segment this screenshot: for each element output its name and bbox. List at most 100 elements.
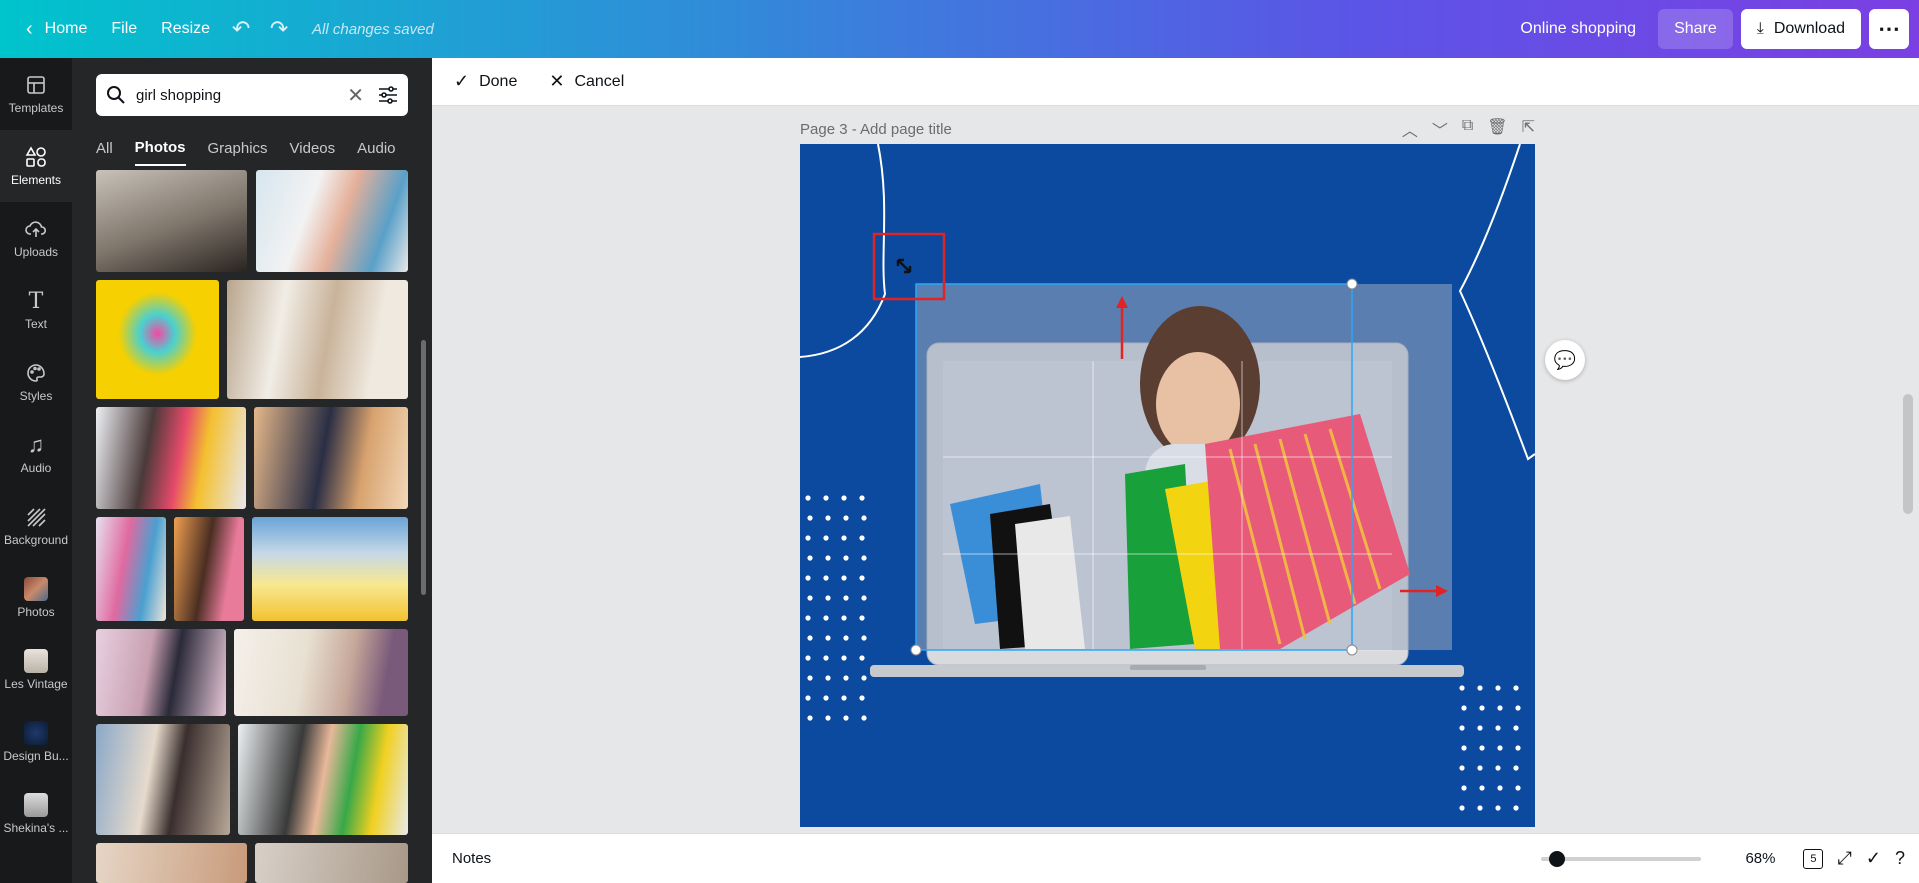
decor-dot [1513, 685, 1519, 691]
decor-dot [805, 615, 811, 621]
resize-button[interactable]: Resize [149, 9, 222, 49]
zoom-slider-knob[interactable] [1549, 850, 1566, 867]
nav-audio[interactable]: ♫ Audio [0, 418, 72, 490]
tab-videos[interactable]: Videos [290, 130, 336, 166]
clear-search-icon[interactable]: ✕ [347, 83, 364, 108]
decor-dot [843, 635, 849, 641]
decor-dot [1477, 685, 1483, 691]
dot-pattern-right [1459, 685, 1521, 811]
nav-text[interactable]: T Text [0, 274, 72, 346]
decor-dot [807, 515, 813, 521]
nav-label: Uploads [13, 245, 59, 259]
zoom-level[interactable]: 68% [1745, 850, 1775, 867]
nav-elements[interactable]: Elements [0, 130, 72, 202]
canvas-artwork [800, 144, 1535, 811]
editor-scrollbar[interactable] [1903, 394, 1913, 514]
photo-result[interactable] [96, 407, 246, 509]
resize-handle-bottom-right [1346, 644, 1358, 656]
photo-result[interactable] [238, 724, 408, 835]
more-options-icon[interactable]: ⋯ [1869, 9, 1909, 49]
nav-styles[interactable]: Styles [0, 346, 72, 418]
download-button[interactable]: ⤓ Download [1740, 9, 1861, 49]
decor-dot [841, 535, 847, 541]
photo-result[interactable] [256, 170, 408, 272]
check-circle-icon[interactable]: ✓ [1866, 848, 1881, 869]
share-button[interactable]: Share [1658, 9, 1733, 49]
resize-handle-bottom-left [910, 644, 922, 656]
fullscreen-icon[interactable]: ⤢ [1837, 848, 1851, 869]
decor-dot [1459, 805, 1465, 811]
decor-dot [841, 575, 847, 581]
photo-result[interactable] [96, 629, 226, 716]
page-count-button[interactable]: 5 [1803, 848, 1824, 869]
right-curve-decoration [1458, 144, 1535, 461]
photo-result[interactable] [96, 843, 247, 883]
photo-result[interactable] [96, 280, 219, 399]
decor-dot [1461, 785, 1467, 791]
decor-dot [861, 555, 867, 561]
tab-all[interactable]: All [96, 130, 113, 166]
undo-icon[interactable]: ↶ [222, 9, 260, 49]
nav-uploads[interactable]: Uploads [0, 202, 72, 274]
tab-photos[interactable]: Photos [134, 130, 186, 166]
panel-scrollbar[interactable] [421, 340, 426, 595]
tab-graphics[interactable]: Graphics [208, 130, 268, 166]
duplicate-page-icon[interactable]: ⧉ [1462, 117, 1473, 141]
chevron-up-icon[interactable]: ︿ [1402, 117, 1418, 141]
nav-shekinas[interactable]: Shekina's ... [0, 778, 72, 850]
asset-tabs: All Photos Graphics Videos Audio [96, 130, 408, 166]
notes-button[interactable]: Notes [452, 850, 491, 867]
search-field[interactable]: girl shopping ✕ [96, 74, 408, 116]
photo-result[interactable] [252, 517, 408, 621]
nav-les-vintage[interactable]: Les Vintage [0, 634, 72, 706]
nav-label: Templates [8, 101, 64, 115]
nav-photos[interactable]: Photos [0, 562, 72, 634]
page-title[interactable]: Page 3 - Add page title [800, 121, 952, 138]
chevron-down-icon[interactable]: ﹀ [1432, 117, 1448, 141]
photo-result[interactable] [96, 517, 166, 621]
decor-dot [823, 615, 829, 621]
photo-result[interactable] [234, 629, 408, 716]
nav-design-bundle[interactable]: Design Bu... [0, 706, 72, 778]
left-curve-decoration [800, 144, 887, 358]
decor-dot [859, 695, 865, 701]
nav-label: Elements [10, 173, 62, 187]
decor-dot [859, 655, 865, 661]
background-pattern-icon [24, 505, 48, 529]
decor-dot [1479, 705, 1485, 711]
delete-page-icon[interactable]: 🗑 [1487, 117, 1507, 141]
decor-dot [1459, 725, 1465, 731]
top-bar: ‹ Home File Resize ↶ ↷ All changes saved… [0, 0, 1919, 58]
design-title[interactable]: Online shopping [1506, 20, 1650, 38]
music-note-icon: ♫ [27, 432, 45, 457]
cancel-button[interactable]: ✕ Cancel [543, 64, 630, 100]
add-page-icon[interactable]: ⇱ [1522, 117, 1535, 141]
decor-dot [805, 535, 811, 541]
photo-result[interactable] [96, 170, 247, 272]
redo-icon[interactable]: ↷ [260, 9, 298, 49]
decor-dot [823, 495, 829, 501]
nav-label: Shekina's ... [3, 821, 69, 835]
decor-dot [1479, 745, 1485, 751]
nav-background[interactable]: Background [0, 490, 72, 562]
help-icon[interactable]: ? [1895, 848, 1905, 869]
tab-audio[interactable]: Audio [357, 130, 395, 166]
decor-dot [825, 635, 831, 641]
zoom-slider[interactable] [1541, 850, 1702, 867]
photo-result[interactable] [254, 407, 408, 509]
search-input[interactable]: girl shopping [136, 87, 347, 104]
filter-icon[interactable] [378, 86, 398, 104]
photo-result[interactable] [255, 843, 408, 883]
decor-dot [859, 575, 865, 581]
design-canvas[interactable] [800, 144, 1535, 827]
photo-result[interactable] [96, 724, 230, 835]
file-menu-button[interactable]: File [99, 9, 149, 49]
add-comment-icon[interactable]: 💬 [1545, 340, 1585, 380]
photo-result[interactable] [227, 280, 408, 399]
photos-thumbnail [24, 577, 48, 601]
done-button[interactable]: ✓ Done [448, 64, 523, 100]
nav-templates[interactable]: Templates [0, 58, 72, 130]
home-button[interactable]: ‹ Home [14, 9, 99, 49]
decor-dot [1495, 725, 1501, 731]
photo-result[interactable] [174, 517, 244, 621]
